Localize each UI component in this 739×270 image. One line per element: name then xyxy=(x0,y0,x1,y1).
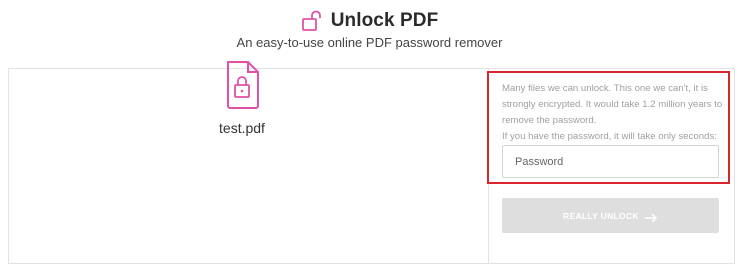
page-header: Unlock PDF An easy-to-use online PDF pas… xyxy=(0,0,739,60)
really-unlock-label: REALLY UNLOCK xyxy=(563,210,639,221)
title-row: Unlock PDF xyxy=(0,10,739,32)
locked-pdf-file-icon xyxy=(223,60,263,110)
file-name: test.pdf xyxy=(219,120,265,136)
password-input[interactable] xyxy=(502,145,719,178)
arrow-right-icon xyxy=(644,211,658,223)
page-title: Unlock PDF xyxy=(330,10,439,31)
unlock-padlock-icon xyxy=(301,10,323,32)
encryption-info-text: Many files we can unlock. This one we ca… xyxy=(502,83,723,142)
page-subtitle: An easy-to-use online PDF password remov… xyxy=(236,35,503,50)
really-unlock-button[interactable]: REALLY UNLOCK xyxy=(502,198,719,233)
